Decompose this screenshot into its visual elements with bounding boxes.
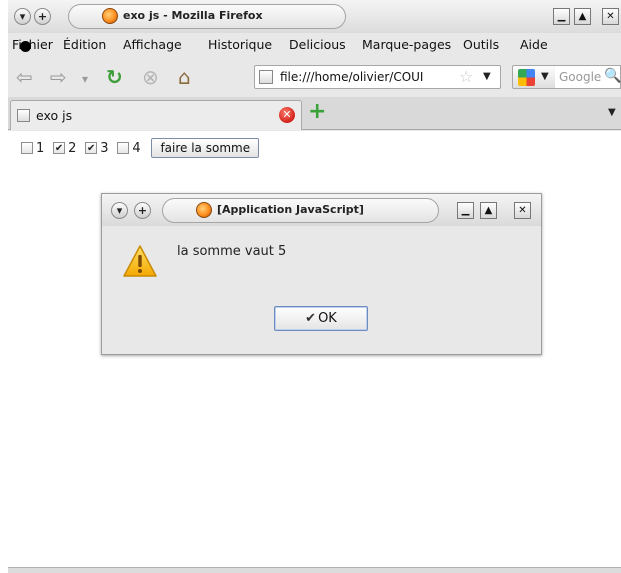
- history-dropdown-icon[interactable]: ▾: [82, 68, 88, 90]
- menu-delicious[interactable]: Delicious: [289, 37, 346, 52]
- status-bar: [8, 567, 621, 573]
- site-identity-icon[interactable]: [259, 70, 273, 84]
- dialog-title-pill: [Application JavaScript]: [162, 198, 439, 223]
- engine-dropdown-icon: ▼: [541, 71, 549, 82]
- back-arrow-icon[interactable]: ⇦: [16, 66, 33, 88]
- window-titlebar[interactable]: ▾ + exo js - Mozilla Firefox ▁ ▲ ✕: [8, 0, 621, 33]
- dialog-title: [Application JavaScript]: [217, 203, 364, 216]
- search-input[interactable]: Google 🔍: [555, 65, 621, 89]
- checkmark-icon: ✔: [305, 310, 317, 326]
- mouse-cursor: [20, 41, 31, 52]
- forward-arrow-icon[interactable]: ⇨: [50, 66, 67, 88]
- tab-label: exo js: [36, 108, 73, 123]
- warning-icon: [123, 245, 157, 277]
- maximize-button[interactable]: ▲: [574, 8, 591, 25]
- checkbox-3-label: 3: [100, 140, 109, 156]
- menu-marque-pages[interactable]: Marque-pages: [362, 37, 451, 52]
- window-title-pill: exo js - Mozilla Firefox: [68, 4, 346, 29]
- checkbox-2-label: 2: [68, 140, 77, 156]
- checkbox-3[interactable]: ✔: [85, 142, 98, 154]
- google-icon: [518, 69, 535, 86]
- url-dropdown-icon[interactable]: ▼: [483, 71, 491, 82]
- ok-label: OK: [318, 310, 337, 326]
- checkbox-2[interactable]: ✔: [53, 142, 66, 154]
- checkbox-1[interactable]: [21, 142, 33, 154]
- checkbox-group-3: ✔ 3: [85, 141, 111, 156]
- dialog-firefox-icon: [196, 202, 212, 218]
- home-icon[interactable]: ⌂: [178, 66, 191, 88]
- menu-historique[interactable]: Historique: [208, 37, 272, 52]
- navigation-toolbar: ⇦ ⇨ ▾ ↻ ⊗ ⌂ file:///home/olivier/COUI ☆ …: [8, 57, 621, 97]
- tab-list-dropdown-icon[interactable]: ▼: [608, 107, 616, 118]
- search-placeholder: Google: [559, 70, 602, 84]
- sum-button[interactable]: faire la somme: [151, 138, 260, 158]
- checkbox-row: 1 ✔ 2 ✔ 3 4 faire la somme: [21, 138, 260, 158]
- checkbox-4-label: 4: [132, 140, 141, 156]
- search-engine-selector[interactable]: ▼: [512, 65, 556, 89]
- window-menu-icon[interactable]: ▾: [14, 8, 31, 25]
- javascript-alert-dialog: ▾ + [Application JavaScript] ▁ ▲ ✕ la so…: [101, 193, 542, 355]
- dialog-menu-icon[interactable]: ▾: [111, 202, 128, 219]
- checkbox-group-2: ✔ 2: [53, 141, 79, 156]
- checkbox-group-4: 4: [117, 141, 143, 156]
- dialog-body: la somme vaut 5 ✔ OK: [102, 226, 541, 356]
- close-window-button[interactable]: ✕: [602, 8, 619, 25]
- menu-bar: Fichier Édition Affichage Historique Del…: [8, 33, 621, 57]
- menu-edition[interactable]: Édition: [63, 37, 106, 52]
- menu-affichage[interactable]: Affichage: [123, 37, 182, 52]
- page-favicon-icon: [17, 109, 30, 122]
- reload-icon[interactable]: ↻: [106, 66, 123, 88]
- menu-fichier[interactable]: Fichier: [12, 37, 53, 52]
- stop-icon[interactable]: ⊗: [142, 66, 159, 88]
- dialog-sticky-icon[interactable]: +: [134, 202, 151, 219]
- minimize-button[interactable]: ▁: [553, 8, 570, 25]
- firefox-icon: [102, 8, 118, 24]
- dialog-minimize-button[interactable]: ▁: [457, 202, 474, 219]
- tab-bar: exo js ✕ + ▼: [8, 97, 621, 130]
- dialog-titlebar[interactable]: ▾ + [Application JavaScript] ▁ ▲ ✕: [102, 194, 541, 226]
- menu-outils[interactable]: Outils: [463, 37, 499, 52]
- search-icon[interactable]: 🔍: [604, 68, 621, 84]
- tab-exo-js[interactable]: exo js ✕: [10, 100, 302, 130]
- url-bar[interactable]: file:///home/olivier/COUI ☆ ▼: [254, 65, 501, 89]
- new-tab-plus-icon[interactable]: +: [308, 99, 326, 124]
- bookmark-star-icon[interactable]: ☆: [459, 67, 473, 86]
- ok-button[interactable]: ✔ OK: [274, 306, 368, 331]
- url-input[interactable]: file:///home/olivier/COUI: [280, 70, 455, 84]
- checkbox-4[interactable]: [117, 142, 130, 154]
- checkbox-group-1: 1: [21, 141, 47, 156]
- dialog-maximize-button[interactable]: ▲: [480, 202, 497, 219]
- menu-aide[interactable]: Aide: [520, 37, 548, 52]
- close-tab-icon[interactable]: ✕: [279, 107, 295, 123]
- window-sticky-icon[interactable]: +: [34, 8, 51, 25]
- checkbox-1-label: 1: [36, 140, 45, 156]
- window-title: exo js - Mozilla Firefox: [123, 9, 263, 22]
- dialog-close-button[interactable]: ✕: [514, 202, 531, 219]
- dialog-message: la somme vaut 5: [177, 244, 287, 259]
